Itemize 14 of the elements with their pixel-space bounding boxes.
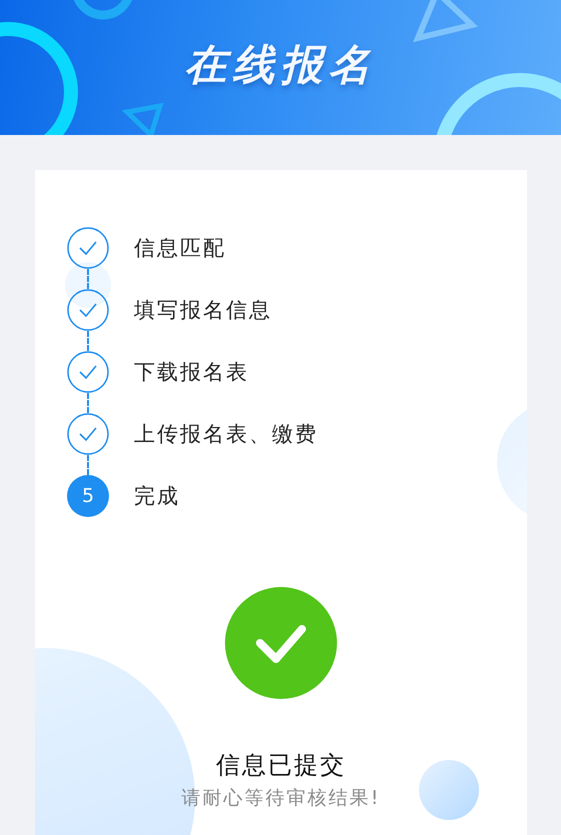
triangle-shape xyxy=(412,0,478,42)
ring-shape xyxy=(72,0,134,20)
success-check-icon xyxy=(225,587,337,699)
step-label: 填写报名信息 xyxy=(134,297,272,324)
step-label: 信息匹配 xyxy=(134,235,226,262)
step-label: 上传报名表、缴费 xyxy=(134,421,318,448)
decor-circle xyxy=(65,262,111,308)
triangle-shape xyxy=(122,102,164,135)
result-message: 请耐心等待审核结果! xyxy=(182,786,380,811)
page-title: 在线报名 xyxy=(184,38,376,90)
result-title: 信息已提交 xyxy=(216,750,346,781)
step-label: 下载报名表 xyxy=(134,359,249,386)
step-label: 完成 xyxy=(134,483,180,510)
step-number-badge: 5 xyxy=(67,475,109,517)
